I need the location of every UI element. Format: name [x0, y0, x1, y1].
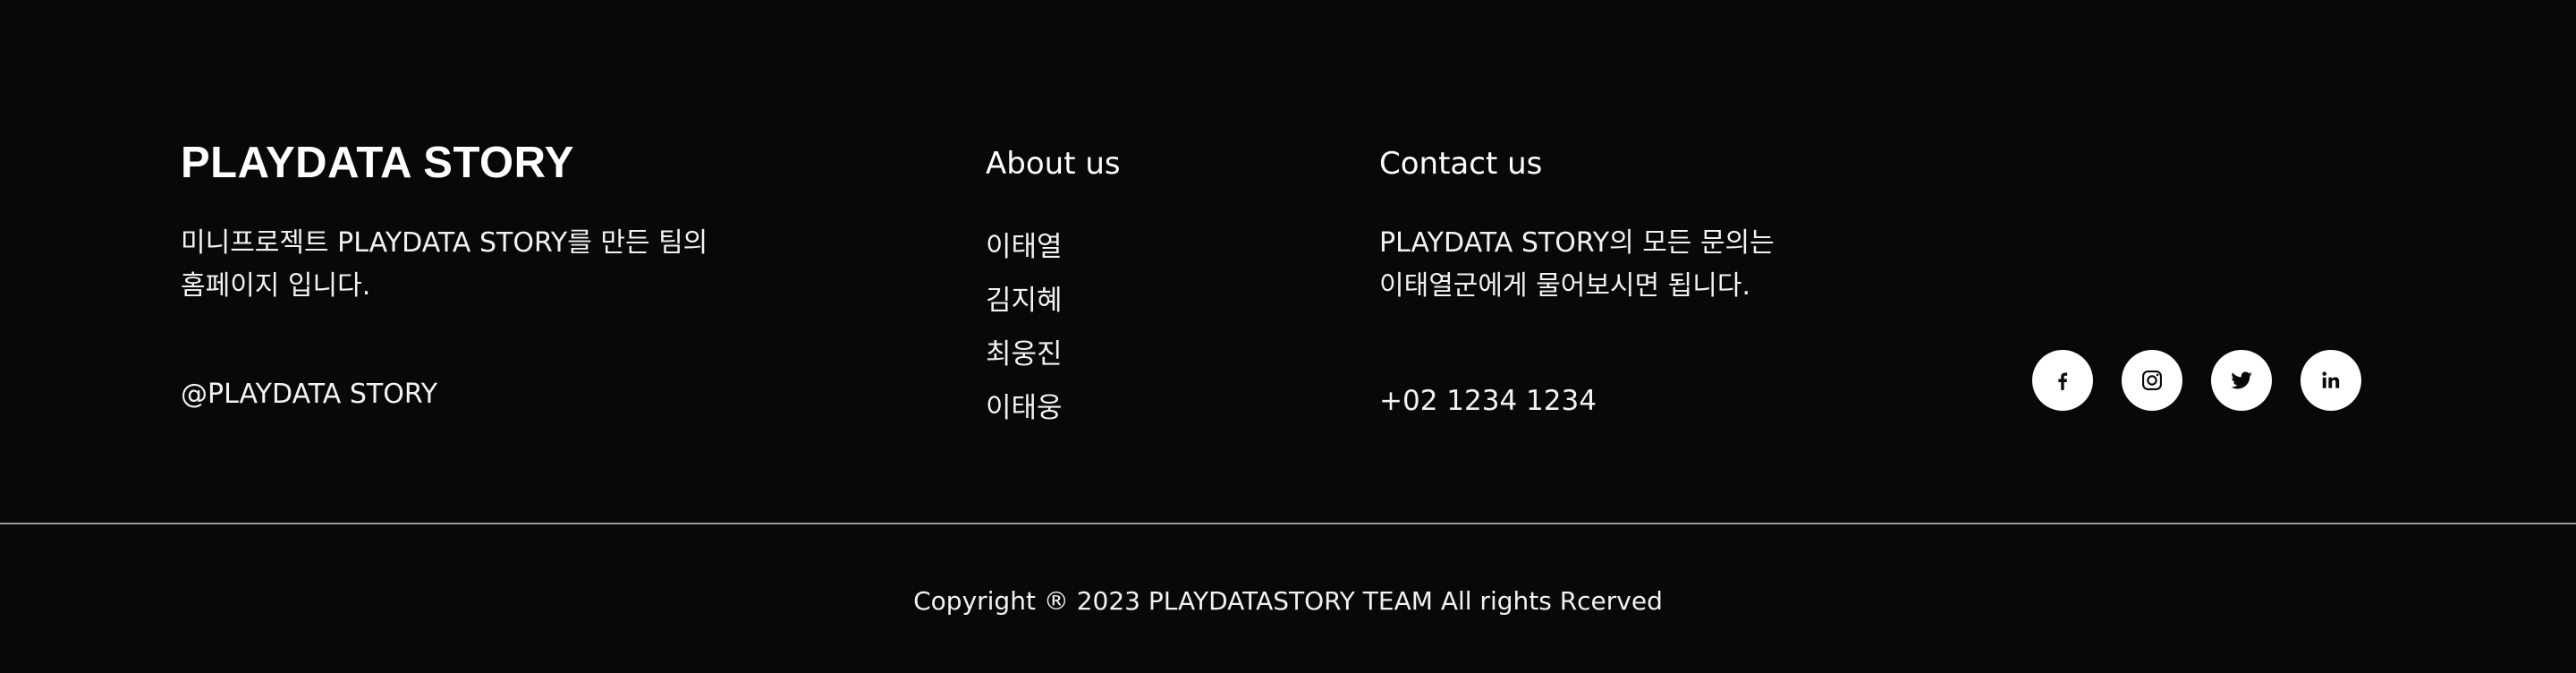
contact-description-line: 이태열군에게 물어보시면 됩니다.	[1379, 270, 1751, 302]
linkedin-link[interactable]	[2301, 350, 2361, 411]
team-member-item: 최웅진	[986, 338, 1063, 371]
contact-description-line: PLAYDATA STORY의 모든 문의는	[1379, 227, 1775, 259]
contact-description: PLAYDATA STORY의 모든 문의는 이태열군에게 물어보시면 됩니다.	[1379, 222, 1775, 308]
contact-phone: +02 1234 1234	[1379, 385, 1597, 417]
facebook-link[interactable]	[2032, 350, 2093, 411]
contact-heading: Contact us	[1379, 146, 1543, 182]
instagram-link[interactable]	[2122, 350, 2182, 411]
team-member-item: 이태열	[986, 231, 1063, 263]
site-footer: PLAYDATA STORY 미니프로젝트 PLAYDATA STORY를 만든…	[0, 0, 2576, 673]
brand-description: 미니프로젝트 PLAYDATA STORY를 만든 팀의 홈페이지 입니다.	[181, 222, 825, 308]
twitter-icon	[2231, 371, 2252, 389]
team-member-item: 김지혜	[986, 285, 1063, 317]
about-heading: About us	[986, 146, 1121, 182]
team-member-item: 이태웅	[986, 392, 1063, 424]
team-member-list: 이태열 김지혜 최웅진 이태웅	[986, 220, 1063, 435]
instagram-icon	[2142, 371, 2162, 390]
brand-description-line: 미니프로젝트 PLAYDATA STORY를 만든 팀의	[181, 227, 708, 259]
social-links	[2032, 350, 2361, 411]
footer-divider	[0, 523, 2576, 524]
facebook-icon	[2058, 372, 2068, 390]
copyright-text: Copyright ® 2023 PLAYDATASTORY TEAM All …	[913, 586, 1663, 616]
linkedin-icon	[2322, 371, 2340, 388]
brand-title: PLAYDATA STORY	[181, 139, 574, 187]
brand-description-line: 홈페이지 입니다.	[181, 270, 371, 302]
brand-handle: @PLAYDATA STORY	[181, 379, 438, 410]
twitter-link[interactable]	[2211, 350, 2272, 411]
